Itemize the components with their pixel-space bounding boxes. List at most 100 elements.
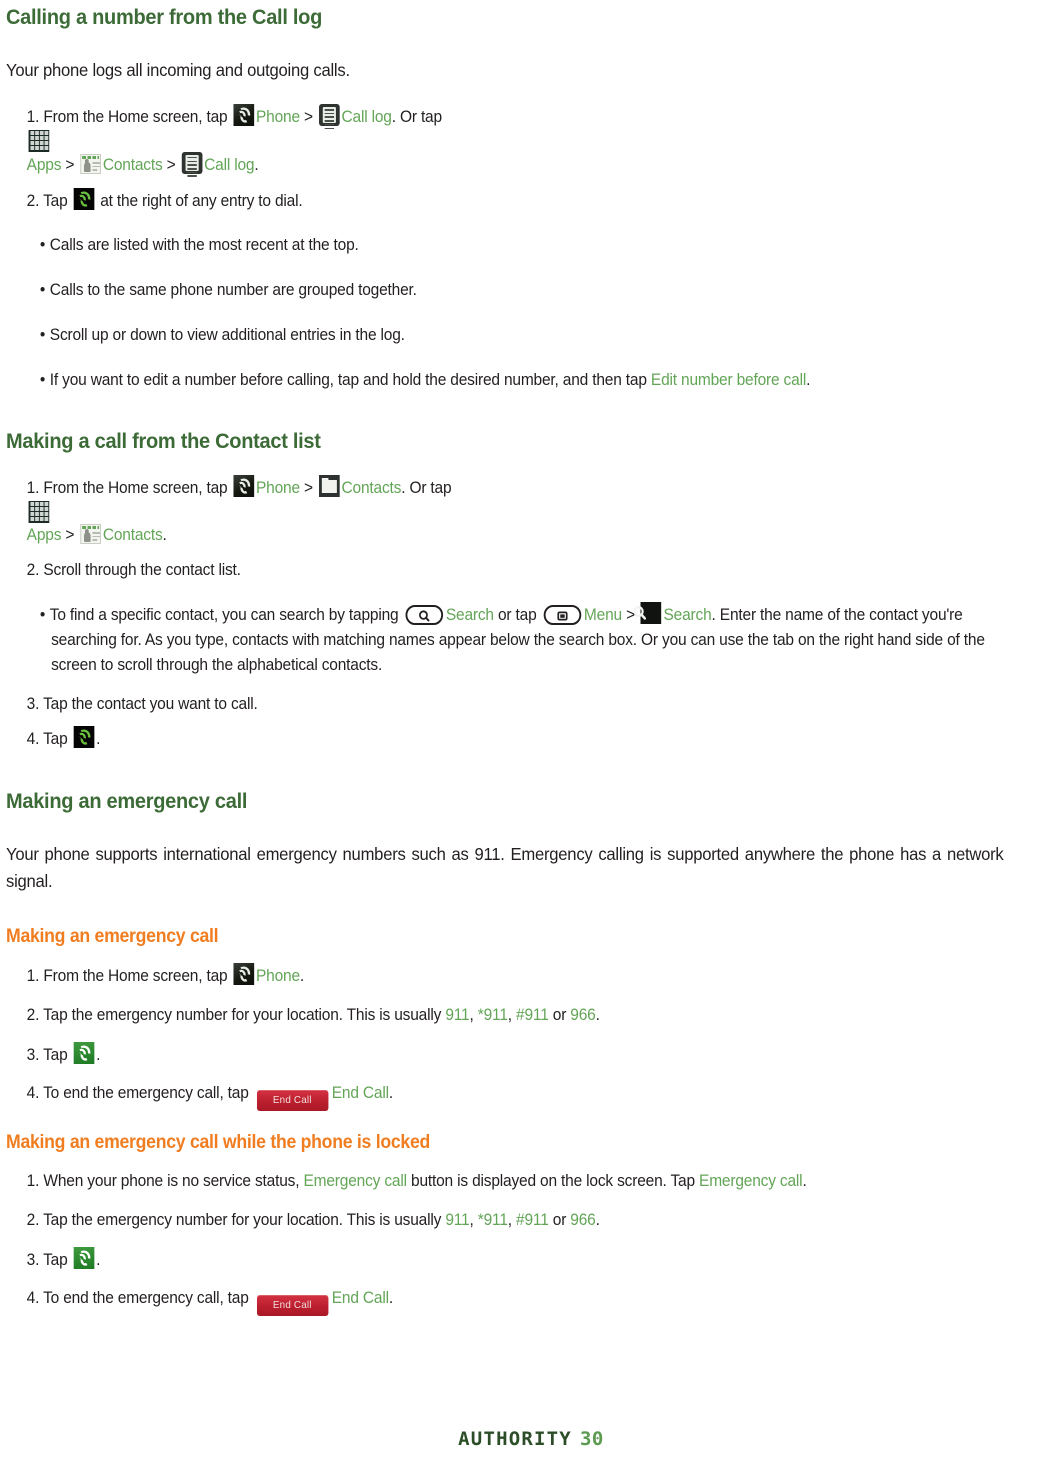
link-call-log[interactable]: Call log — [341, 108, 391, 126]
emergency-number-hash911: #911 — [516, 1005, 549, 1024]
step-text-3: . — [254, 155, 259, 174]
step-number: 2. — [26, 1210, 44, 1229]
link-search[interactable]: Search — [446, 606, 494, 624]
emergency-number-911: 911 — [445, 1210, 470, 1229]
call-icon[interactable] — [73, 1246, 95, 1269]
comma-2: , — [507, 1005, 517, 1024]
step-text-2: . — [96, 1045, 101, 1064]
emergency-locked-step-4: 4. To end the emergency call, tap End Ca… — [6, 1286, 993, 1317]
step-text: To end the emergency call, tap — [43, 1289, 253, 1308]
link-phone[interactable]: Phone — [256, 479, 300, 497]
step-number: 2. — [26, 1005, 44, 1024]
step-text: Tap — [43, 730, 72, 749]
link-menu[interactable]: Menu — [584, 606, 622, 624]
emergency-intro: Your phone supports international emerge… — [6, 844, 1004, 892]
step-text: From the Home screen, tap — [43, 967, 232, 985]
link-phone[interactable]: Phone — [256, 967, 300, 985]
search-key-icon[interactable] — [405, 605, 444, 626]
end-call-button[interactable]: End Call — [256, 1090, 329, 1112]
call-log-bullet-1: • Calls are listed with the most recent a… — [6, 233, 993, 258]
period: . — [388, 1084, 394, 1103]
section-heading-contact-list: Making a call from the Contact list — [6, 429, 321, 454]
phone-icon[interactable] — [233, 104, 255, 126]
dial-icon[interactable] — [73, 726, 95, 749]
call-log-icon-2[interactable] — [181, 151, 203, 177]
emergency-step-3: 3. Tap . — [6, 1041, 993, 1068]
link-apps[interactable]: Apps — [27, 156, 62, 174]
contacts-icon-dark[interactable] — [318, 475, 340, 498]
link-emergency-call-2[interactable]: Emergency call — [699, 1172, 803, 1190]
link-search-2[interactable]: Search — [664, 606, 712, 624]
contacts-icon[interactable] — [80, 153, 101, 174]
step-text-2: . Or tap — [401, 479, 452, 498]
phone-icon[interactable] — [233, 475, 255, 498]
call-log-icon[interactable] — [318, 104, 340, 130]
period: . — [595, 1210, 600, 1229]
step-number: 4. — [26, 1084, 44, 1103]
footer-brand: AUTHORITY — [458, 1428, 572, 1450]
step-number: 4. — [26, 1289, 44, 1308]
step-text-2: at the right of any entry to dial. — [96, 191, 303, 210]
contact-list-step-3: 3. Tap the contact you want to call. — [26, 694, 258, 713]
call-log-bullet-3: • Scroll up or down to view additional en… — [6, 323, 993, 348]
bullet-marker: • — [39, 606, 46, 625]
bullet-text: Calls are listed with the most recent at… — [49, 236, 359, 255]
step-number: 4. — [26, 730, 44, 749]
separator: > — [299, 479, 318, 498]
contact-list-step-4: 4. Tap . — [6, 726, 993, 752]
contact-list-step-1: 1. From the Home screen, tap Phone > Con… — [6, 475, 993, 548]
contact-list-step-2: 2. Scroll through the contact list. — [26, 560, 241, 579]
link-contacts[interactable]: Contacts — [103, 156, 163, 174]
emergency-locked-step-3: 3. Tap . — [6, 1246, 993, 1273]
subheading-emergency-call-locked: Making an emergency call while the phone… — [6, 1132, 431, 1154]
separator-2: > — [61, 525, 79, 544]
link-contacts[interactable]: Contacts — [341, 479, 401, 497]
step-text: Tap — [43, 191, 72, 210]
step-number: 3. — [26, 1045, 44, 1064]
contacts-icon[interactable] — [80, 523, 101, 544]
bullet-text: To find a specific contact, you can sear… — [49, 606, 403, 625]
step-text-2: button is displayed on the lock screen. … — [406, 1172, 700, 1190]
bullet-text: Calls to the same phone number are group… — [49, 281, 417, 299]
phone-icon[interactable] — [233, 963, 255, 985]
manual-page: Calling a number from the Call log Your … — [0, 0, 1062, 1465]
emergency-number-966: 966 — [570, 1005, 596, 1024]
link-emergency-call[interactable]: Emergency call — [303, 1172, 407, 1190]
dial-icon[interactable] — [73, 187, 95, 210]
call-icon[interactable] — [73, 1041, 95, 1064]
menu-key-icon[interactable] — [543, 605, 582, 626]
end-call-button[interactable]: End Call — [256, 1295, 329, 1317]
link-end-call[interactable]: End Call — [332, 1084, 389, 1102]
period: . — [388, 1289, 394, 1308]
step-number: 1. — [26, 479, 44, 498]
separator: > — [299, 108, 318, 126]
link-phone[interactable]: Phone — [256, 108, 300, 126]
period: . — [802, 1172, 807, 1190]
step-text: Tap the emergency number for your locati… — [43, 1005, 446, 1024]
step-text-2: . — [96, 1250, 101, 1269]
footer-page-number: 30 — [579, 1428, 604, 1450]
step-number: 1. — [26, 108, 44, 126]
call-log-bullet-4: • If you want to edit a number before cal… — [6, 368, 993, 393]
section-heading-emergency: Making an emergency call — [6, 789, 248, 814]
emergency-number-star911: *911 — [477, 1005, 508, 1024]
step-text: From the Home screen, tap — [43, 108, 232, 126]
step-text-2: . — [299, 967, 305, 985]
step-text: To end the emergency call, tap — [43, 1084, 253, 1103]
link-contacts-2[interactable]: Contacts — [103, 526, 163, 544]
apps-icon[interactable] — [28, 129, 50, 152]
link-edit-number-before-call[interactable]: Edit number before call — [651, 371, 806, 389]
emergency-number-911: 911 — [445, 1005, 470, 1024]
search-icon[interactable] — [633, 602, 662, 625]
emergency-step-2: 2. Tap the emergency number for your loc… — [6, 1003, 993, 1028]
emergency-step-1: 1. From the Home screen, tap Phone. — [6, 963, 993, 989]
link-call-log-2[interactable]: Call log — [204, 156, 254, 174]
emergency-step-4: 4. To end the emergency call, tap End Ca… — [6, 1081, 993, 1112]
link-end-call[interactable]: End Call — [332, 1289, 389, 1307]
emergency-locked-step-1: 1. When your phone is no service status,… — [6, 1169, 993, 1194]
apps-icon[interactable] — [28, 500, 50, 523]
step-text: Tap — [43, 1045, 72, 1064]
link-apps[interactable]: Apps — [27, 526, 62, 544]
step-number: 2. — [26, 191, 44, 210]
step-text: From the Home screen, tap — [43, 479, 232, 498]
